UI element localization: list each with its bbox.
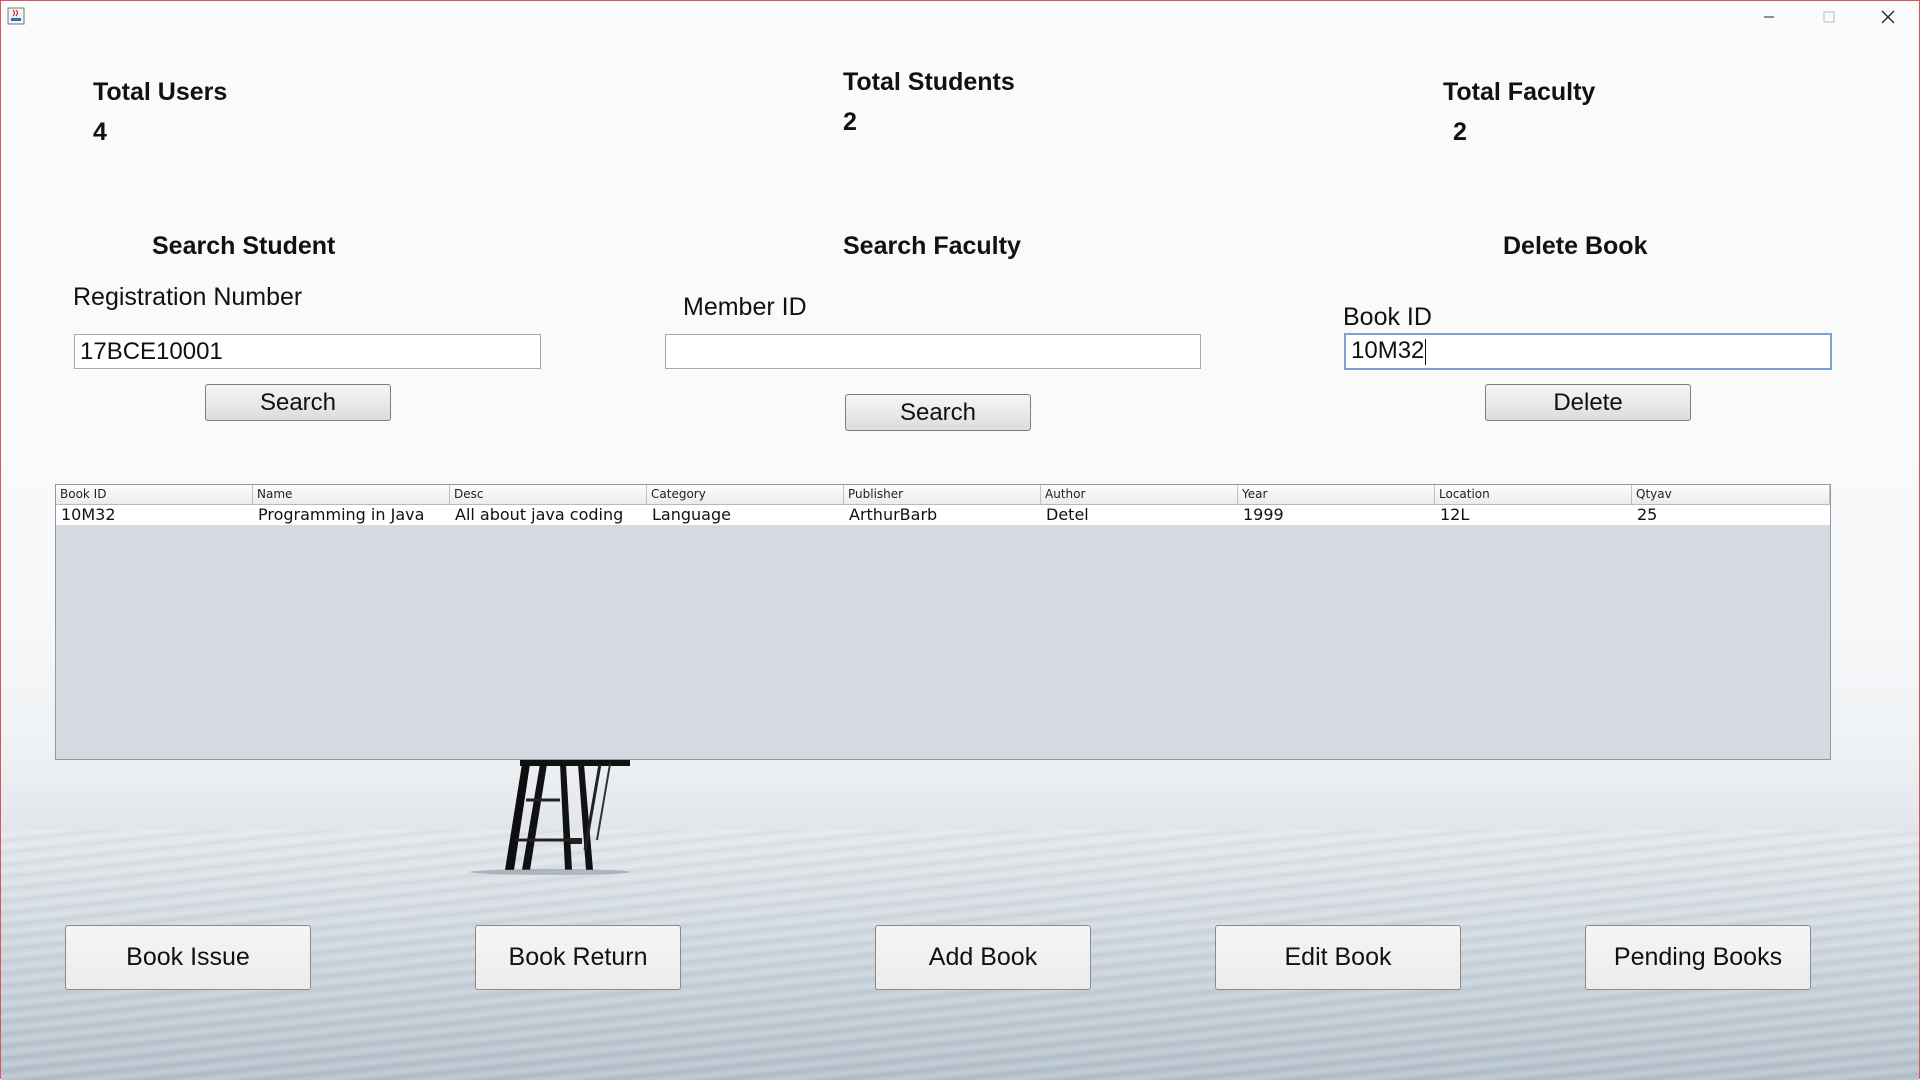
background-pier xyxy=(470,760,630,875)
cell-qtyav[interactable]: 25 xyxy=(1632,505,1830,525)
column-header-year[interactable]: Year xyxy=(1238,485,1435,504)
minimize-button[interactable] xyxy=(1746,3,1792,31)
cell-year[interactable]: 1999 xyxy=(1238,505,1435,525)
cell-author[interactable]: Detel xyxy=(1041,505,1238,525)
registration-number-input[interactable]: 17BCE10001 xyxy=(74,334,541,369)
close-icon xyxy=(1881,10,1895,24)
close-button[interactable] xyxy=(1865,3,1911,31)
books-table[interactable]: Book ID Name Desc Category Publisher Aut… xyxy=(55,484,1831,760)
delete-book-title: Delete Book xyxy=(1503,232,1648,260)
maximize-button[interactable] xyxy=(1806,3,1852,31)
total-users-label: Total Users xyxy=(93,78,228,106)
member-id-input[interactable] xyxy=(665,334,1201,369)
column-header-category[interactable]: Category xyxy=(647,485,844,504)
book-return-button[interactable]: Book Return xyxy=(475,925,681,990)
cell-category[interactable]: Language xyxy=(647,505,844,525)
edit-book-button[interactable]: Edit Book xyxy=(1215,925,1461,990)
column-header-qtyav[interactable]: Qtyav xyxy=(1632,485,1830,504)
book-id-label: Book ID xyxy=(1343,303,1432,331)
add-book-button[interactable]: Add Book xyxy=(875,925,1091,990)
table-body: 10M32 Programming in Java All about java… xyxy=(56,505,1830,525)
total-faculty-label: Total Faculty xyxy=(1443,78,1596,106)
column-header-desc[interactable]: Desc xyxy=(450,485,647,504)
delete-book-button[interactable]: Delete xyxy=(1485,384,1691,421)
java-app-icon xyxy=(7,7,25,25)
table-header: Book ID Name Desc Category Publisher Aut… xyxy=(56,485,1830,505)
pending-books-button[interactable]: Pending Books xyxy=(1585,925,1811,990)
column-header-author[interactable]: Author xyxy=(1041,485,1238,504)
book-id-input[interactable]: 10M32 xyxy=(1344,333,1832,370)
search-faculty-title: Search Faculty xyxy=(843,232,1021,260)
book-id-input-value: 10M32 xyxy=(1351,337,1425,364)
column-header-book-id[interactable]: Book ID xyxy=(56,485,253,504)
member-id-label: Member ID xyxy=(683,293,807,321)
registration-number-label: Registration Number xyxy=(73,283,303,311)
table-row[interactable]: 10M32 Programming in Java All about java… xyxy=(56,505,1830,525)
text-caret xyxy=(1425,338,1427,365)
column-header-publisher[interactable]: Publisher xyxy=(844,485,1041,504)
title-bar xyxy=(1,1,1919,31)
column-header-name[interactable]: Name xyxy=(253,485,450,504)
search-student-button[interactable]: Search xyxy=(205,384,391,421)
search-student-title: Search Student xyxy=(152,232,336,260)
maximize-icon xyxy=(1823,11,1835,23)
cell-book-id[interactable]: 10M32 xyxy=(56,505,253,525)
total-students-label: Total Students xyxy=(843,68,1015,96)
total-users-value: 4 xyxy=(93,118,107,146)
total-students-value: 2 xyxy=(843,108,857,136)
cell-location[interactable]: 12L xyxy=(1435,505,1632,525)
total-faculty-value: 2 xyxy=(1453,118,1467,146)
book-issue-button[interactable]: Book Issue xyxy=(65,925,311,990)
cell-name[interactable]: Programming in Java xyxy=(253,505,450,525)
column-header-location[interactable]: Location xyxy=(1435,485,1632,504)
search-faculty-button[interactable]: Search xyxy=(845,394,1031,431)
cell-publisher[interactable]: ArthurBarb xyxy=(844,505,1041,525)
cell-desc[interactable]: All about java coding xyxy=(450,505,647,525)
minimize-icon xyxy=(1764,16,1774,18)
